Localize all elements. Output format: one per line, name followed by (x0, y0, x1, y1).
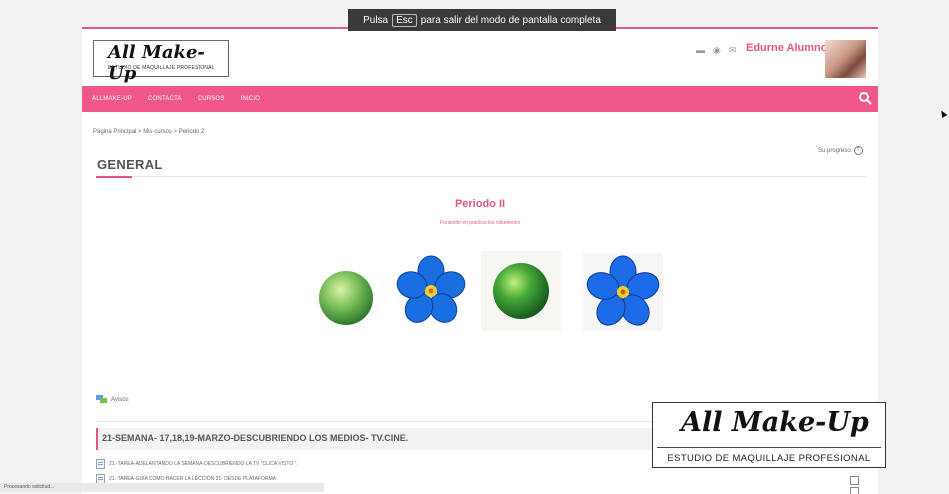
completion-checkbox[interactable] (850, 476, 859, 485)
fullscreen-notice: Pulsa Esc para salir del modo de pantall… (348, 9, 616, 31)
mail-icon[interactable]: ✉ (729, 45, 737, 56)
help-icon[interactable]: ? (853, 146, 863, 155)
blue-flower-image (583, 253, 663, 331)
watermark-rule (657, 447, 881, 448)
fullscreen-notice-pre: Pulsa (363, 14, 389, 26)
breadcrumb[interactable]: Página Principal > Mis cursos > Periodo … (93, 129, 204, 135)
nav-item-allmakeup[interactable]: ALLMAKE-UP (92, 96, 132, 102)
watermark-subtitle: ESTUDIO DE MAQUILLAJE PROFESIONAL (667, 453, 871, 464)
fullscreen-notice-post: para salir del modo de pantalla completa (420, 14, 601, 26)
banner-images (309, 251, 669, 331)
site-logo[interactable]: All Make-Up ESTUDIO DE MAQUILLAJE PROFES… (93, 40, 229, 84)
esc-key-label: Esc (392, 13, 417, 27)
week-section-header: 21-SEMANA- 17,18,19-MARZO-DESCUBRIENDO L… (96, 428, 658, 450)
watermark-text: All Make-Up (681, 407, 869, 438)
blue-flower-image (396, 255, 466, 323)
avisos-label: Avisos (111, 396, 129, 403)
header-icons: ▬ ◉ ✉ (696, 45, 736, 56)
activity-label: 21.-TAREA-ADELANTANDO LA SEMANA-DESCUBRI… (109, 461, 298, 467)
activity-item[interactable]: 21.-TAREA-ADELANTANDO LA SEMANA-DESCUBRI… (96, 459, 298, 469)
bell-icon[interactable]: ◉ (713, 45, 721, 56)
period-subtitle: Poniendo en practica los volumenes (439, 220, 521, 226)
nav-item-contacta[interactable]: CONTACTA (148, 96, 182, 102)
progress-info: Su progreso ? (818, 146, 863, 155)
period-title: Periodo II (454, 198, 506, 210)
mouse-cursor-icon (938, 108, 948, 119)
logo-subtitle: ESTUDIO DE MAQUILLAJE PROFESIONAL (108, 65, 215, 71)
activity-label: 21.-TAREA-GUÍA COMO HACER LA LECCIÓN 21-… (109, 476, 276, 482)
chat-icon[interactable]: ▬ (696, 45, 705, 56)
green-sphere-image (481, 251, 561, 331)
completion-checkbox[interactable] (850, 487, 859, 494)
green-sphere-image (319, 271, 373, 325)
section-divider (96, 176, 866, 177)
nav-item-inicio[interactable]: INICIO (241, 96, 261, 102)
search-icon[interactable] (858, 91, 872, 105)
watermark-logo: All Make-Up ESTUDIO DE MAQUILLAJE PROFES… (652, 402, 886, 468)
forum-icon (96, 395, 107, 403)
main-navbar: ALLMAKE-UP CONTACTA CURSOS INICIO (82, 86, 878, 112)
nav-item-cursos[interactable]: CURSOS (198, 96, 225, 102)
avatar[interactable] (825, 40, 866, 78)
forum-avisos[interactable]: Avisos (96, 395, 129, 404)
browser-status-bar: Procesando solicitud... (0, 483, 324, 492)
progress-label: Su progreso (818, 147, 851, 154)
logo-text: All Make-Up (108, 42, 205, 84)
site-header: All Make-Up ESTUDIO DE MAQUILLAJE PROFES… (82, 29, 878, 89)
section-title: GENERAL (97, 157, 163, 172)
week-title: 21-SEMANA- 17,18,19-MARZO-DESCUBRIENDO L… (102, 433, 409, 443)
user-menu[interactable]: Edurne Alumno ˅ (746, 42, 837, 54)
section-title-underline (96, 176, 132, 178)
assignment-icon (96, 459, 105, 469)
